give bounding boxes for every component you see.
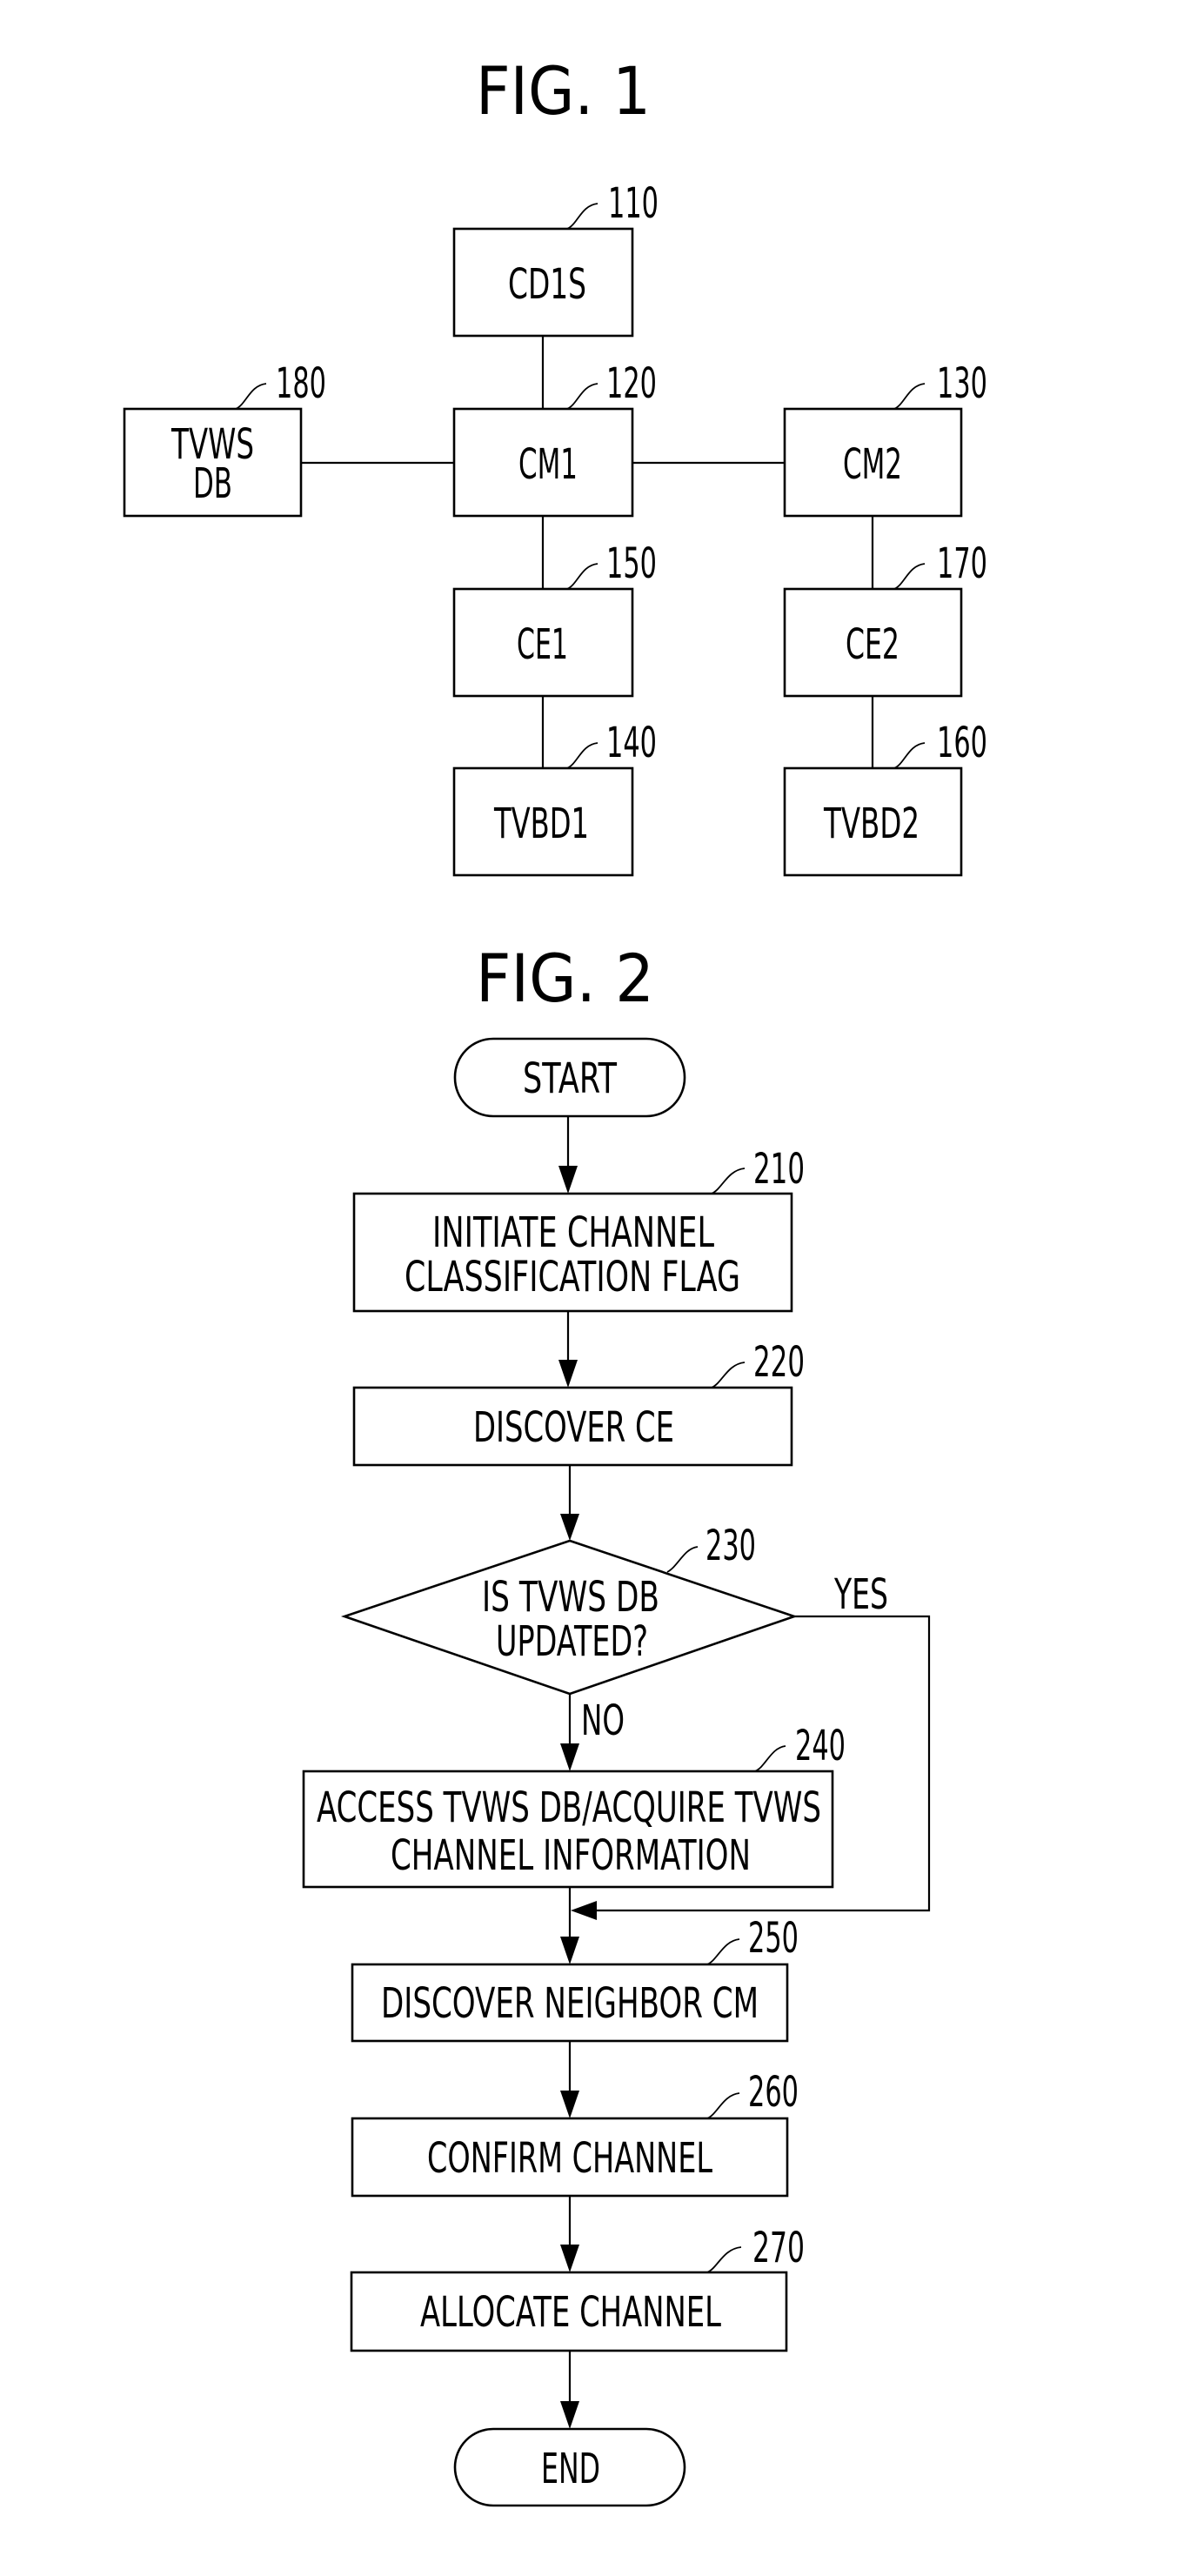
arrowhead-into-240 [560, 1743, 579, 1771]
ref-leader-140 [566, 742, 598, 769]
ref-number-140: 140 [606, 719, 657, 767]
ref-leader-250 [706, 1938, 740, 1965]
node-tvws-db: TVWS DB 180 [123, 359, 326, 518]
ref-number-250: 250 [748, 1914, 799, 1963]
ref-leader-210 [711, 1168, 746, 1194]
branch-yes-label: YES [833, 1570, 888, 1619]
ref-leader-120 [566, 383, 598, 410]
node-tvbd1-label: TVBD1 [493, 800, 589, 848]
patent-drawing-sheet: FIG. 1 CD1S 110 TVWS DB 180 CM1 120 CM2 … [0, 0, 1197, 2576]
ref-leader-160 [893, 742, 926, 769]
arrowhead-yes-merge [571, 1901, 597, 1920]
decision-230: IS TVWS DB UPDATED? 230 YES NO [340, 1522, 888, 1745]
ref-leader-170 [893, 563, 926, 590]
step-250-label: DISCOVER NEIGHBOR CM [381, 1979, 759, 2028]
arrowhead-into-end [560, 2401, 579, 2429]
node-ce2-label: CE2 [846, 620, 899, 669]
ref-leader-180 [235, 383, 267, 410]
ref-number-180: 180 [276, 359, 326, 408]
ref-number-240: 240 [795, 1722, 846, 1770]
ref-leader-260 [706, 2092, 740, 2119]
step-250: DISCOVER NEIGHBOR CM 250 [351, 1914, 799, 2043]
node-tvbd1: TVBD1 140 [452, 719, 657, 877]
step-220: DISCOVER CE 220 [352, 1338, 805, 1467]
step-240-label-line2: CHANNEL INFORMATION [391, 1831, 751, 1880]
decision-230-label-line2: UPDATED? [496, 1617, 648, 1666]
ref-number-170: 170 [937, 539, 987, 588]
end-terminator: END [453, 2427, 686, 2507]
arrowhead-into-250 [560, 1937, 579, 1964]
node-ce2: CE2 170 [783, 539, 987, 698]
start-label: START [523, 1054, 617, 1103]
step-210-label-line2: CLASSIFICATION FLAG [405, 1253, 740, 1301]
step-210: INITIATE CHANNEL CLASSIFICATION FLAG 210 [352, 1145, 805, 1313]
arrowhead-into-260 [560, 2091, 579, 2118]
node-cm1-label: CM1 [518, 440, 578, 489]
step-270: ALLOCATE CHANNEL 270 [350, 2224, 805, 2352]
node-tvws-db-label-line2: DB [193, 459, 232, 508]
ref-number-210: 210 [753, 1145, 805, 1194]
node-cd1s-label: CD1S [508, 260, 586, 309]
arrowhead-into-230 [560, 1514, 579, 1541]
ref-leader-130 [893, 383, 926, 410]
arrowhead-into-210 [558, 1166, 578, 1194]
ref-number-110: 110 [608, 179, 659, 228]
node-ce1: CE1 150 [452, 539, 657, 698]
step-270-label: ALLOCATE CHANNEL [420, 2288, 721, 2337]
fig1-title: FIG. 1 [476, 52, 651, 130]
fig2-title: FIG. 2 [476, 940, 654, 1017]
ref-leader-220 [711, 1362, 746, 1388]
step-210-label-line1: INITIATE CHANNEL [432, 1208, 714, 1257]
arrowhead-into-270 [560, 2245, 579, 2272]
ref-number-220: 220 [753, 1338, 805, 1387]
ref-number-270: 270 [752, 2224, 805, 2272]
start-terminator: START [453, 1037, 686, 1118]
branch-no-label: NO [581, 1696, 625, 1745]
ref-number-260: 260 [748, 2068, 799, 2117]
node-cm2-label: CM2 [843, 440, 902, 489]
node-tvbd2: TVBD2 160 [783, 719, 987, 877]
ref-number-230: 230 [705, 1522, 756, 1570]
step-240-label-line1: ACCESS TVWS DB/ACQUIRE TVWS [317, 1783, 821, 1832]
node-ce1-label: CE1 [517, 620, 568, 669]
node-cm1: CM1 120 [452, 359, 657, 518]
node-tvbd2-label: TVBD2 [823, 800, 919, 848]
ref-leader-270 [706, 2246, 742, 2273]
ref-leader-110 [566, 203, 598, 230]
step-260-label: CONFIRM CHANNEL [427, 2134, 712, 2183]
ref-number-160: 160 [937, 719, 987, 767]
ref-leader-240 [754, 1745, 786, 1772]
node-cm2: CM2 130 [783, 359, 987, 518]
ref-number-120: 120 [606, 359, 657, 408]
ref-leader-150 [566, 563, 598, 590]
ref-leader-230 [666, 1546, 699, 1573]
figure-2: FIG. 2 START INITIATE CHANNEL CLASSIFICA… [302, 940, 931, 2507]
node-cd1s: CD1S 110 [452, 179, 659, 338]
end-label: END [541, 2445, 600, 2493]
ref-number-130: 130 [937, 359, 987, 408]
ref-number-150: 150 [606, 539, 657, 588]
decision-230-label-line1: IS TVWS DB [482, 1573, 659, 1622]
step-260: CONFIRM CHANNEL 260 [351, 2068, 799, 2198]
step-220-label: DISCOVER CE [473, 1403, 674, 1452]
figure-1: FIG. 1 CD1S 110 TVWS DB 180 CM1 120 CM2 … [123, 52, 987, 877]
arrowhead-into-220 [558, 1360, 578, 1388]
